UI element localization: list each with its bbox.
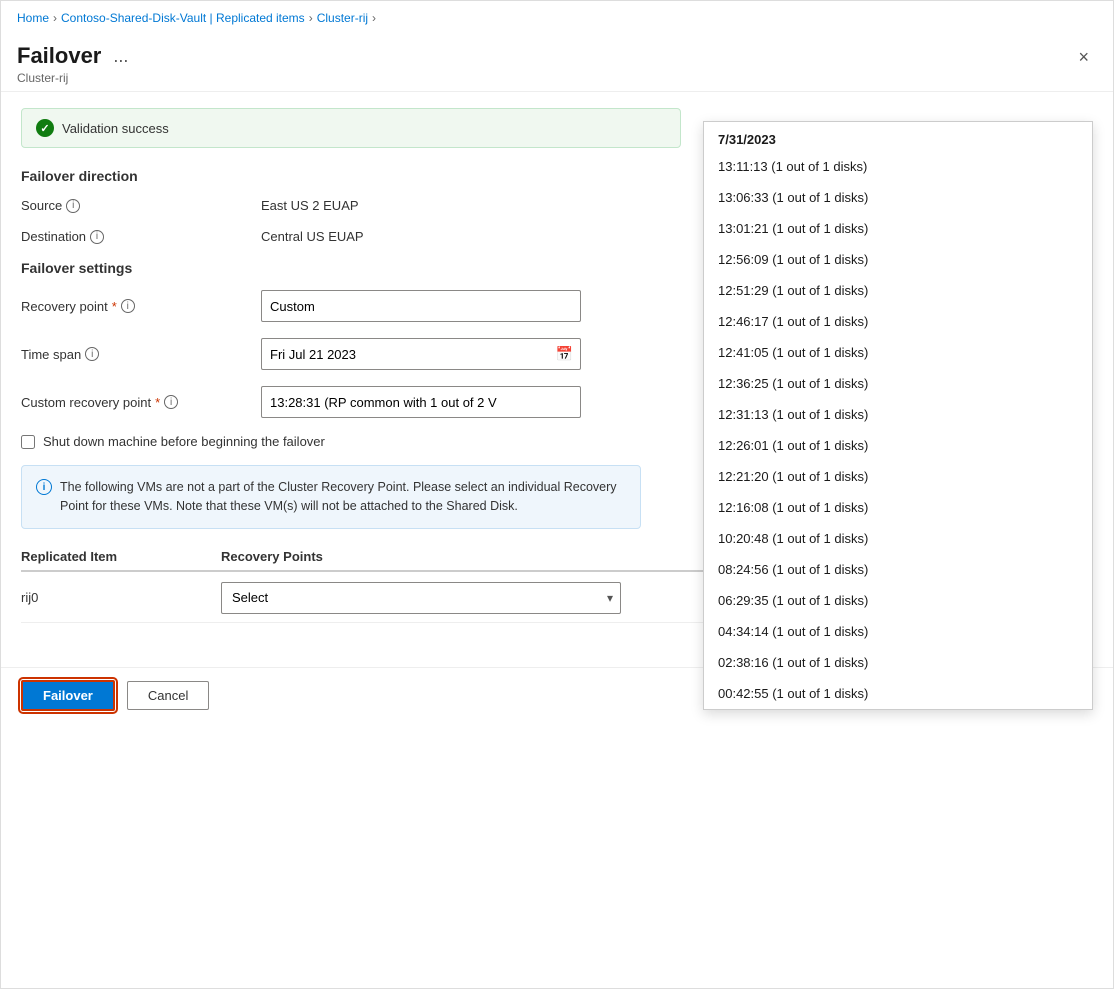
destination-info-icon[interactable]: i — [90, 230, 104, 244]
dropdown-date-header: 7/31/2023 — [704, 122, 1092, 151]
dropdown-item[interactable]: 12:46:17 (1 out of 1 disks) — [704, 306, 1092, 337]
panel-title-area: Failover ... Cluster-rij — [17, 43, 132, 85]
dropdown-item[interactable]: 12:21:20 (1 out of 1 disks) — [704, 461, 1092, 492]
panel-header: Failover ... Cluster-rij × — [1, 31, 1113, 92]
close-button[interactable]: × — [1070, 43, 1097, 72]
time-span-label: Time span i — [21, 347, 261, 362]
failover-button[interactable]: Failover — [21, 680, 115, 711]
main-panel: Home › Contoso-Shared-Disk-Vault | Repli… — [0, 0, 1114, 989]
custom-recovery-label: Custom recovery point * i — [21, 395, 261, 410]
col-header-item: Replicated Item — [21, 549, 221, 564]
destination-label: Destination i — [21, 229, 261, 244]
dropdown-item[interactable]: 13:11:13 (1 out of 1 disks) — [704, 151, 1092, 182]
recovery-point-input[interactable] — [261, 290, 581, 322]
breadcrumb: Home › Contoso-Shared-Disk-Vault | Repli… — [1, 1, 1113, 31]
calendar-icon[interactable]: 📅 — [556, 346, 573, 363]
dropdown-item[interactable]: 12:16:08 (1 out of 1 disks) — [704, 492, 1092, 523]
row-item-name: rij0 — [21, 590, 221, 605]
source-info-icon[interactable]: i — [66, 199, 80, 213]
dropdown-item[interactable]: 13:06:33 (1 out of 1 disks) — [704, 182, 1092, 213]
dropdown-item[interactable]: 04:34:14 (1 out of 1 disks) — [704, 616, 1092, 647]
time-span-input-wrapper: 📅 — [261, 338, 581, 370]
cancel-button[interactable]: Cancel — [127, 681, 209, 710]
check-icon — [36, 119, 54, 137]
panel-subtitle: Cluster-rij — [17, 71, 132, 85]
shutdown-checkbox[interactable] — [21, 435, 35, 449]
recovery-point-select[interactable]: Select — [221, 582, 621, 614]
validation-banner: Validation success — [21, 108, 681, 148]
recovery-point-label: Recovery point * i — [21, 299, 261, 314]
dropdown-item[interactable]: 08:24:56 (1 out of 1 disks) — [704, 554, 1092, 585]
info-circle-icon: i — [36, 479, 52, 495]
dropdown-item[interactable]: 12:51:29 (1 out of 1 disks) — [704, 275, 1092, 306]
info-box-text: The following VMs are not a part of the … — [60, 478, 626, 516]
dropdown-item[interactable]: 02:38:16 (1 out of 1 disks) — [704, 647, 1092, 678]
dropdown-item[interactable]: 12:31:13 (1 out of 1 disks) — [704, 399, 1092, 430]
breadcrumb-sep-2: › — [309, 11, 313, 25]
custom-recovery-info-icon[interactable]: i — [164, 395, 178, 409]
dropdown-item[interactable]: 12:56:09 (1 out of 1 disks) — [704, 244, 1092, 275]
dropdown-item[interactable]: 06:29:35 (1 out of 1 disks) — [704, 585, 1092, 616]
time-span-info-icon[interactable]: i — [85, 347, 99, 361]
breadcrumb-sep-1: › — [53, 11, 57, 25]
custom-recovery-input[interactable] — [261, 386, 581, 418]
dropdown-item[interactable]: 10:20:48 (1 out of 1 disks) — [704, 523, 1092, 554]
info-box: i The following VMs are not a part of th… — [21, 465, 641, 529]
ellipsis-button[interactable]: ... — [109, 47, 132, 65]
recovery-point-info-icon[interactable]: i — [121, 299, 135, 313]
shutdown-label[interactable]: Shut down machine before beginning the f… — [43, 434, 325, 449]
dropdown-panel: 7/31/2023 13:11:13 (1 out of 1 disks)13:… — [703, 121, 1093, 710]
dropdown-item[interactable]: 12:41:05 (1 out of 1 disks) — [704, 337, 1092, 368]
dropdown-item[interactable]: 13:01:21 (1 out of 1 disks) — [704, 213, 1092, 244]
select-wrapper: Select ▾ — [221, 582, 621, 614]
dropdown-panel-inner[interactable]: 7/31/2023 13:11:13 (1 out of 1 disks)13:… — [704, 122, 1092, 709]
breadcrumb-home[interactable]: Home — [17, 11, 49, 25]
dropdown-item[interactable]: 12:36:25 (1 out of 1 disks) — [704, 368, 1092, 399]
source-label: Source i — [21, 198, 261, 213]
breadcrumb-sep-3: › — [372, 11, 376, 25]
dropdown-item[interactable]: 00:42:55 (1 out of 1 disks) — [704, 678, 1092, 709]
panel-title: Failover — [17, 43, 101, 69]
dropdown-item[interactable]: 12:26:01 (1 out of 1 disks) — [704, 430, 1092, 461]
breadcrumb-vault[interactable]: Contoso-Shared-Disk-Vault | Replicated i… — [61, 11, 305, 25]
time-span-input[interactable] — [261, 338, 581, 370]
breadcrumb-cluster[interactable]: Cluster-rij — [317, 11, 368, 25]
dropdown-items-container: 13:11:13 (1 out of 1 disks)13:06:33 (1 o… — [704, 151, 1092, 709]
validation-message: Validation success — [62, 121, 169, 136]
